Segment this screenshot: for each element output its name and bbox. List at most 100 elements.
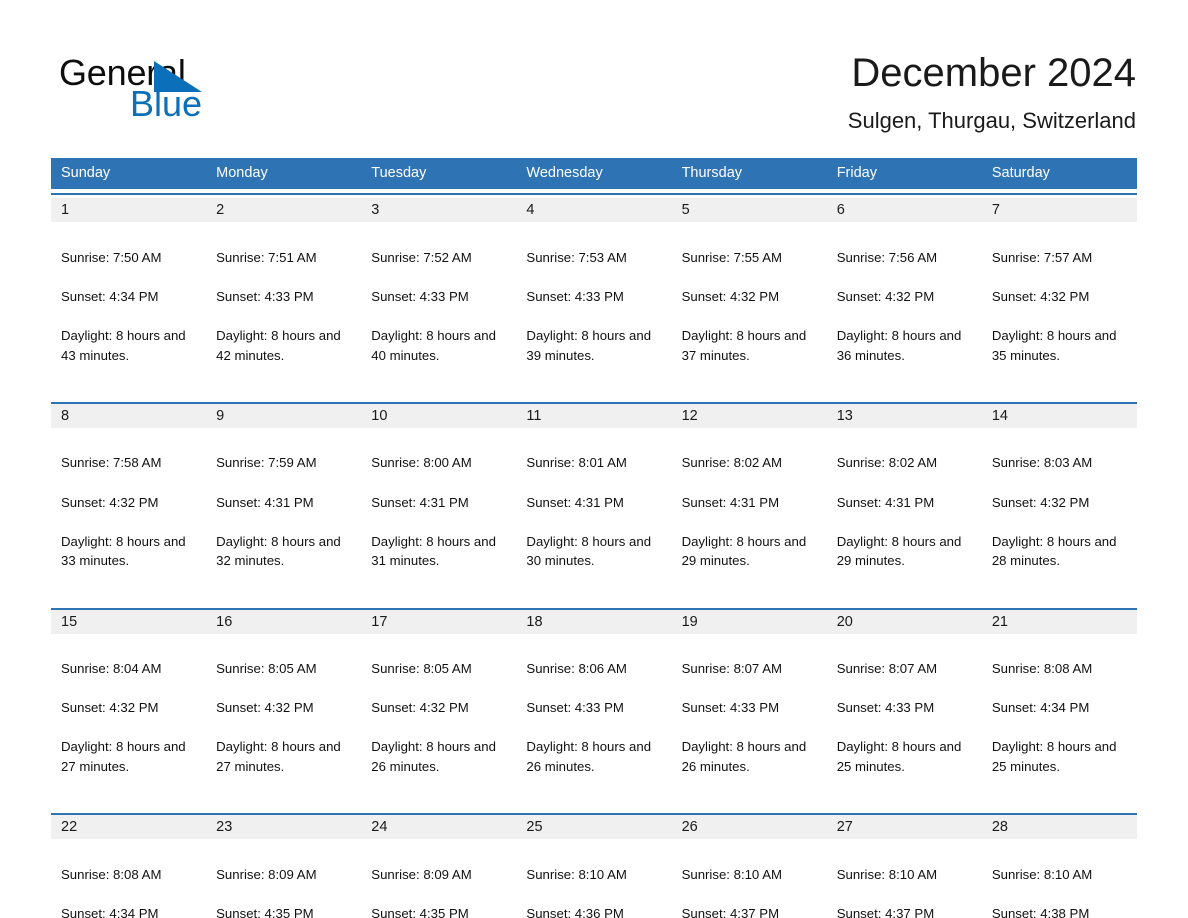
day-cell[interactable]: Sunrise: 8:08 AM Sunset: 4:34 PM Dayligh… (981, 633, 1137, 807)
day-cell[interactable]: Sunrise: 8:02 AM Sunset: 4:31 PM Dayligh… (826, 427, 982, 601)
day-number[interactable]: 25 (516, 815, 672, 840)
day-cell[interactable]: Sunrise: 8:05 AM Sunset: 4:32 PM Dayligh… (361, 633, 517, 807)
day-number[interactable]: 24 (361, 815, 517, 840)
day-cell[interactable]: Sunrise: 8:10 AM Sunset: 4:36 PM Dayligh… (516, 839, 672, 918)
daylight-text: Daylight: 8 hours and 27 minutes. (61, 739, 186, 775)
day-cell[interactable]: Sunrise: 8:09 AM Sunset: 4:35 PM Dayligh… (206, 839, 362, 918)
week-2-details: Sunrise: 7:58 AM Sunset: 4:32 PM Dayligh… (51, 427, 1137, 601)
sunrise-text: Sunrise: 8:09 AM (371, 866, 472, 882)
sunset-text: Sunset: 4:31 PM (371, 494, 469, 510)
day-cell[interactable]: Sunrise: 8:06 AM Sunset: 4:33 PM Dayligh… (516, 633, 672, 807)
sunset-text: Sunset: 4:32 PM (371, 700, 469, 716)
day-number[interactable]: 18 (516, 609, 672, 634)
day-cell[interactable]: Sunrise: 8:10 AM Sunset: 4:37 PM Dayligh… (671, 839, 827, 918)
day-cell[interactable]: Sunrise: 7:50 AM Sunset: 4:34 PM Dayligh… (51, 222, 207, 395)
day-number[interactable]: 15 (51, 609, 207, 634)
brand-logo[interactable]: General Blue (59, 52, 319, 124)
day-cell[interactable]: Sunrise: 8:08 AM Sunset: 4:34 PM Dayligh… (51, 839, 207, 918)
week-4-details: Sunrise: 8:08 AM Sunset: 4:34 PM Dayligh… (51, 839, 1137, 918)
daylight-text: Daylight: 8 hours and 43 minutes. (61, 327, 186, 363)
day-number[interactable]: 7 (981, 198, 1137, 222)
daylight-text: Daylight: 8 hours and 35 minutes. (991, 327, 1117, 363)
day-cell[interactable]: Sunrise: 8:00 AM Sunset: 4:31 PM Dayligh… (361, 427, 517, 601)
sunset-text: Sunset: 4:34 PM (61, 906, 159, 918)
day-cell[interactable]: Sunrise: 8:01 AM Sunset: 4:31 PM Dayligh… (516, 427, 672, 601)
daylight-text: Daylight: 8 hours and 31 minutes. (371, 533, 496, 569)
calendar-table: Sunday Monday Tuesday Wednesday Thursday… (51, 158, 1137, 918)
weekday-header-saturday: Saturday (981, 158, 1137, 189)
sunset-text: Sunset: 4:38 PM (991, 906, 1090, 918)
brand-word-blue: Blue (130, 83, 203, 124)
daylight-text: Daylight: 8 hours and 26 minutes. (371, 739, 496, 775)
day-cell[interactable]: Sunrise: 7:57 AM Sunset: 4:32 PM Dayligh… (981, 222, 1137, 395)
day-cell[interactable]: Sunrise: 8:09 AM Sunset: 4:35 PM Dayligh… (361, 839, 517, 918)
day-cell[interactable]: Sunrise: 8:10 AM Sunset: 4:37 PM Dayligh… (826, 839, 982, 918)
sunrise-text: Sunrise: 8:06 AM (526, 661, 627, 677)
day-cell[interactable]: Sunrise: 7:59 AM Sunset: 4:31 PM Dayligh… (206, 427, 362, 601)
day-number[interactable]: 21 (981, 609, 1137, 634)
day-cell[interactable]: Sunrise: 8:02 AM Sunset: 4:31 PM Dayligh… (671, 427, 827, 601)
day-number[interactable]: 10 (361, 403, 517, 428)
sunset-text: Sunset: 4:32 PM (991, 288, 1090, 304)
daylight-text: Daylight: 8 hours and 32 minutes. (216, 533, 341, 569)
day-number[interactable]: 28 (981, 815, 1137, 840)
day-cell[interactable]: Sunrise: 8:04 AM Sunset: 4:32 PM Dayligh… (51, 633, 207, 807)
sunset-text: Sunset: 4:31 PM (836, 494, 935, 510)
sunset-text: Sunset: 4:32 PM (836, 288, 935, 304)
day-number[interactable]: 2 (206, 198, 362, 222)
day-number[interactable]: 11 (516, 403, 672, 428)
daylight-text: Daylight: 8 hours and 37 minutes. (681, 327, 807, 363)
sunrise-text: Sunrise: 8:04 AM (61, 661, 162, 677)
day-number[interactable]: 27 (826, 815, 982, 840)
day-number[interactable]: 1 (51, 198, 207, 222)
week-separator-line (51, 394, 1137, 404)
day-number[interactable]: 26 (671, 815, 827, 840)
day-number[interactable]: 14 (981, 403, 1137, 428)
sunset-text: Sunset: 4:34 PM (991, 700, 1090, 716)
sunrise-text: Sunrise: 8:00 AM (371, 455, 472, 471)
day-cell[interactable]: Sunrise: 7:51 AM Sunset: 4:33 PM Dayligh… (206, 222, 362, 395)
sunrise-text: Sunrise: 8:02 AM (836, 455, 938, 471)
sunrise-text: Sunrise: 8:09 AM (216, 866, 317, 882)
day-number[interactable]: 9 (206, 403, 362, 428)
day-number[interactable]: 8 (51, 403, 207, 428)
week-separator (51, 600, 1137, 610)
day-number[interactable]: 3 (361, 198, 517, 222)
sunset-text: Sunset: 4:33 PM (216, 288, 314, 304)
daylight-text: Daylight: 8 hours and 33 minutes. (61, 533, 186, 569)
day-cell[interactable]: Sunrise: 8:03 AM Sunset: 4:32 PM Dayligh… (981, 427, 1137, 601)
day-number[interactable]: 16 (206, 609, 362, 634)
day-cell[interactable]: Sunrise: 8:07 AM Sunset: 4:33 PM Dayligh… (826, 633, 982, 807)
day-number[interactable]: 17 (361, 609, 517, 634)
day-cell[interactable]: Sunrise: 8:07 AM Sunset: 4:33 PM Dayligh… (671, 633, 827, 807)
week-3-details: Sunrise: 8:04 AM Sunset: 4:32 PM Dayligh… (51, 633, 1137, 807)
week-separator (51, 806, 1137, 816)
day-number[interactable]: 5 (671, 198, 827, 222)
day-cell[interactable]: Sunrise: 7:56 AM Sunset: 4:32 PM Dayligh… (826, 222, 982, 395)
day-cell[interactable]: Sunrise: 8:05 AM Sunset: 4:32 PM Dayligh… (206, 633, 362, 807)
day-number[interactable]: 23 (206, 815, 362, 840)
calendar-page: General Blue December 2024 Sulgen, Thurg… (0, 0, 1188, 918)
day-cell[interactable]: Sunrise: 7:55 AM Sunset: 4:32 PM Dayligh… (671, 222, 827, 395)
page-subtitle: Sulgen, Thurgau, Switzerland (847, 108, 1136, 133)
day-number[interactable]: 6 (826, 198, 982, 222)
day-number[interactable]: 4 (516, 198, 672, 222)
week-4-daynumbers: 22 23 24 25 26 27 28 (51, 815, 1137, 840)
sunset-text: Sunset: 4:32 PM (216, 700, 314, 716)
day-number[interactable]: 22 (51, 815, 207, 840)
sunrise-text: Sunrise: 8:01 AM (526, 455, 627, 471)
sunset-text: Sunset: 4:32 PM (991, 494, 1090, 510)
day-number[interactable]: 13 (826, 403, 982, 428)
sunset-text: Sunset: 4:33 PM (836, 700, 935, 716)
day-cell[interactable]: Sunrise: 7:58 AM Sunset: 4:32 PM Dayligh… (51, 427, 207, 601)
daylight-text: Daylight: 8 hours and 27 minutes. (216, 739, 341, 775)
day-cell[interactable]: Sunrise: 7:52 AM Sunset: 4:33 PM Dayligh… (361, 222, 517, 395)
day-number[interactable]: 19 (671, 609, 827, 634)
day-number[interactable]: 20 (826, 609, 982, 634)
day-number[interactable]: 12 (671, 403, 827, 428)
sunset-text: Sunset: 4:31 PM (681, 494, 780, 510)
sunrise-text: Sunrise: 8:05 AM (371, 661, 472, 677)
day-cell[interactable]: Sunrise: 7:53 AM Sunset: 4:33 PM Dayligh… (516, 222, 672, 395)
sunset-text: Sunset: 4:31 PM (526, 494, 624, 510)
day-cell[interactable]: Sunrise: 8:10 AM Sunset: 4:38 PM Dayligh… (981, 839, 1137, 918)
